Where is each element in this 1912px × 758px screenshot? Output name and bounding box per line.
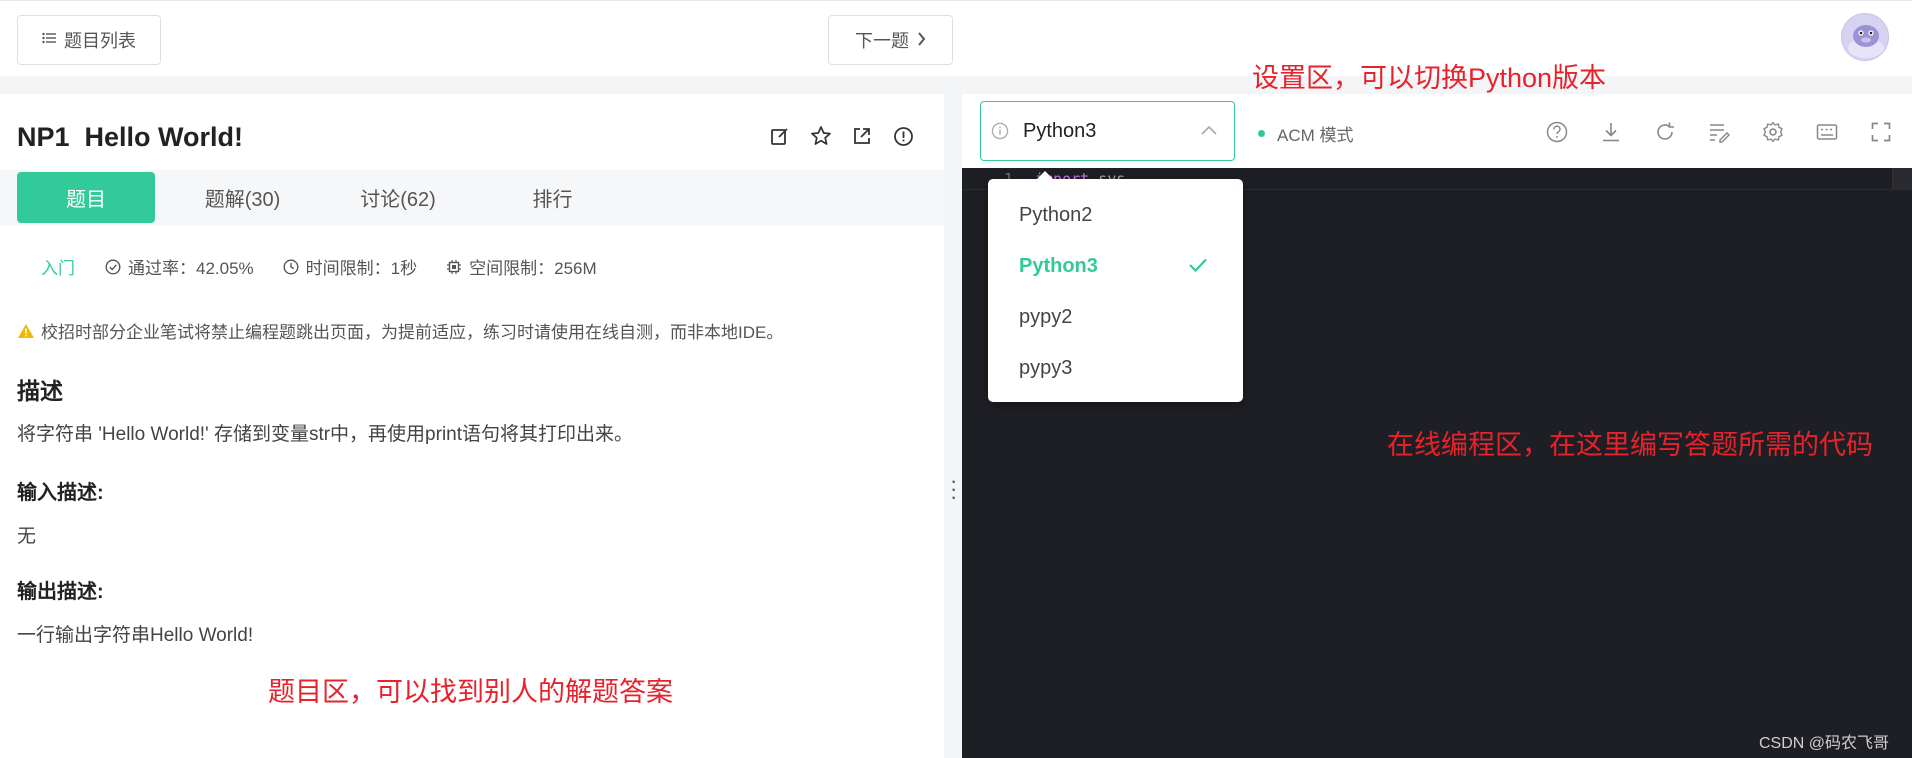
list-icon	[42, 31, 56, 49]
chevron-up-icon	[1201, 125, 1217, 135]
input-heading: 输入描述:	[17, 482, 104, 504]
problem-title: NP1 Hello World!	[17, 122, 244, 152]
editor-settings-bar: Python3 ACM 模式	[962, 94, 1912, 168]
status-dot	[1258, 130, 1265, 137]
clock-icon	[283, 258, 299, 275]
editor-scrollbar[interactable]	[1892, 168, 1912, 190]
language-option-python3[interactable]: Python3	[1019, 255, 1098, 278]
tab-ranking[interactable]: 排行	[495, 172, 610, 223]
avatar[interactable]	[1841, 13, 1889, 61]
info-icon	[991, 122, 1009, 140]
space-limit: 空间限制：256M	[446, 254, 597, 279]
notice-text: 校招时部分企业笔试将禁止编程题跳出页面，为提前适应，练习时请使用在线自测，而非本…	[41, 323, 784, 342]
language-option-pypy2[interactable]: pypy2	[1019, 306, 1072, 329]
edit-icon[interactable]	[768, 124, 792, 148]
problem-area-annotation: 题目区，可以找到别人的解题答案	[268, 677, 673, 707]
acm-mode-label: ACM 模式	[1277, 126, 1354, 145]
description-text: 将字符串 'Hello World!' 存储到变量str中，再使用print语句…	[17, 424, 634, 445]
time-limit-text: 时间限制：1秒	[305, 259, 418, 278]
tab-discussion[interactable]: 讨论(62)	[338, 172, 458, 223]
settings-area-annotation: 设置区，可以切换Python版本	[1252, 63, 1607, 93]
pass-rate-text: 通过率：42.05%	[128, 259, 254, 278]
problem-meta: 入门 通过率：42.05% 时间限制：1秒 空间限制：256M	[41, 254, 626, 279]
format-icon[interactable]	[1705, 118, 1733, 146]
problem-list-button[interactable]: 题目列表	[17, 15, 161, 65]
editor-tools	[1543, 118, 1912, 146]
gear-icon[interactable]	[1759, 118, 1787, 146]
keyboard-icon[interactable]	[1813, 118, 1841, 146]
output-heading: 输出描述:	[17, 581, 104, 603]
external-link-icon[interactable]	[850, 124, 874, 148]
next-problem-label: 下一题	[855, 31, 909, 51]
description-heading: 描述	[17, 378, 63, 404]
problem-list-label: 题目列表	[64, 31, 136, 51]
check-icon	[1189, 258, 1207, 273]
help-icon[interactable]	[1543, 118, 1571, 146]
difficulty-badge: 入门	[41, 259, 75, 278]
tab-solutions[interactable]: 题解(30)	[180, 172, 305, 223]
fullscreen-icon[interactable]	[1867, 118, 1895, 146]
chip-icon	[447, 259, 462, 274]
pass-rate: 通过率：42.05%	[105, 254, 254, 279]
chevron-right-icon	[917, 30, 926, 51]
time-limit: 时间限制：1秒	[283, 254, 417, 279]
reset-icon[interactable]	[1651, 118, 1679, 146]
dropdown-caret	[1036, 171, 1054, 180]
report-icon[interactable]	[891, 124, 915, 148]
watermark: CSDN @码农飞哥	[1759, 735, 1890, 752]
space-limit-text: 空间限制：256M	[469, 259, 597, 278]
exam-notice: 校招时部分企业笔试将禁止编程题跳出页面，为提前适应，练习时请使用在线自测，而非本…	[17, 318, 783, 343]
top-bar: 题目列表 下一题	[0, 0, 1912, 76]
check-circle-icon	[105, 258, 121, 275]
problem-panel: NP1 Hello World! 题目 题解(30) 讨论(62) 排行 入门 …	[0, 94, 944, 758]
language-option-pypy3[interactable]: pypy3	[1019, 357, 1072, 380]
star-icon[interactable]	[809, 124, 833, 148]
language-value: Python3	[1023, 119, 1097, 142]
title-actions	[768, 124, 915, 148]
input-text: 无	[17, 526, 37, 547]
drag-handle-icon[interactable]: · · ·	[950, 470, 957, 508]
problem-tabs: 题目 题解(30) 讨论(62) 排行	[0, 170, 944, 226]
tab-problem[interactable]: 题目	[17, 172, 155, 223]
next-problem-button[interactable]: 下一题	[828, 15, 953, 65]
acm-mode-toggle[interactable]: ACM 模式	[1258, 121, 1354, 146]
output-text: 一行输出字符串Hello World!	[17, 625, 254, 646]
language-dropdown: Python2 Python3 pypy2 pypy3	[988, 171, 1243, 402]
coding-area-annotation: 在线编程区，在这里编写答题所需的代码	[1387, 430, 1873, 460]
pane-splitter[interactable]: · · ·	[944, 94, 962, 758]
language-option-python2[interactable]: Python2	[1019, 204, 1092, 227]
download-icon[interactable]	[1597, 118, 1625, 146]
warning-icon	[18, 323, 34, 338]
language-select[interactable]: Python3	[980, 101, 1235, 161]
